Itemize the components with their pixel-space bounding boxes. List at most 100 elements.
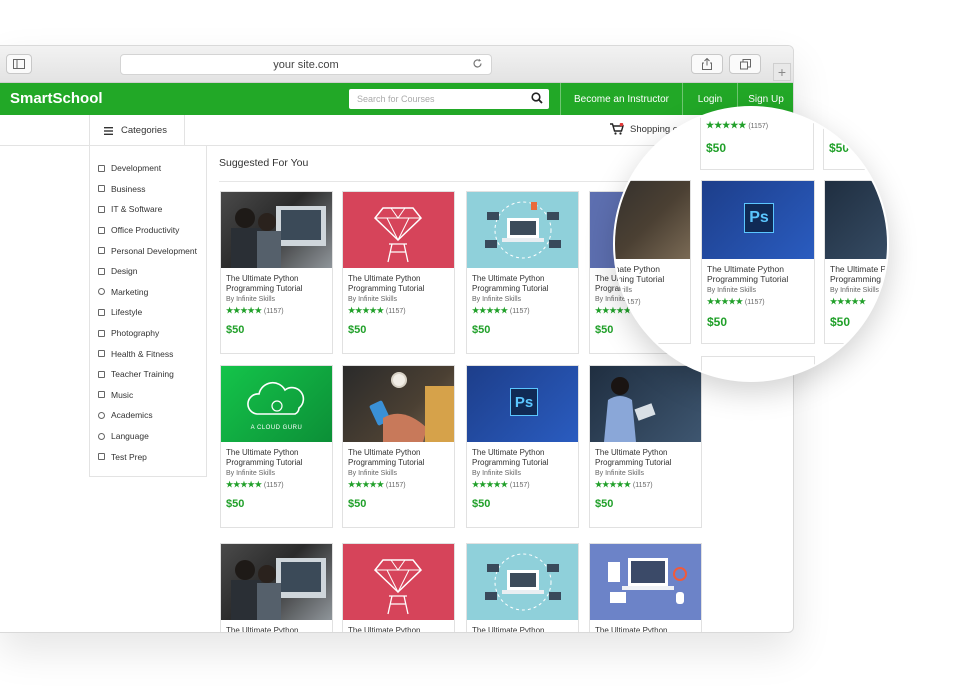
magnified-course-card: ★★★★★ (1157) $50 bbox=[700, 108, 814, 170]
course-author: By Infinite Skills bbox=[472, 296, 522, 303]
search-input[interactable]: Search for Courses bbox=[349, 89, 549, 109]
categories-label: Categories bbox=[121, 125, 167, 136]
course-card[interactable]: Ps The Ultimate Python Programming Tutor… bbox=[466, 365, 579, 528]
course-thumbnail bbox=[221, 192, 332, 268]
course-price: $50 bbox=[830, 315, 851, 329]
sidebar-item-personal-development[interactable]: Personal Development bbox=[90, 240, 206, 261]
sidebar-item-test-prep[interactable]: Test Prep bbox=[90, 446, 206, 467]
sidebar-item-development[interactable]: Development bbox=[90, 158, 206, 179]
course-thumbnail bbox=[590, 366, 701, 442]
course-card[interactable]: The Ultimate Python Programming Tutorial… bbox=[342, 191, 455, 354]
course-card[interactable]: The Ultimate Python Programming Tutorial… bbox=[342, 365, 455, 528]
course-rating: ★★★★★(1157) bbox=[701, 117, 813, 131]
sidebar-item-label: Business bbox=[111, 183, 146, 194]
course-card[interactable]: The Ultimate Python Programming Tutorial… bbox=[466, 191, 579, 354]
course-thumbnail bbox=[467, 544, 578, 620]
sidebar-item-label: Personal Development bbox=[111, 245, 197, 256]
course-card[interactable]: The Ultimate Python bbox=[342, 543, 455, 632]
course-thumbnail bbox=[343, 192, 454, 268]
globe-icon bbox=[98, 432, 105, 440]
course-title: The Ultimate Python Programming Tutorial bbox=[226, 448, 303, 467]
sidebar-item-lifestyle[interactable]: Lifestyle bbox=[90, 302, 206, 323]
sidebar-item-business[interactable]: Business bbox=[90, 179, 206, 200]
sidebar-icon bbox=[13, 59, 25, 69]
course-price: $50 bbox=[706, 141, 727, 155]
course-author: By Infinite Skills bbox=[615, 287, 633, 294]
camera-icon bbox=[98, 329, 105, 337]
course-rating: ★★★★★(1157) bbox=[590, 477, 701, 489]
sidebar-item-language[interactable]: Language bbox=[90, 426, 206, 447]
sidebar-item-marketing[interactable]: Marketing bbox=[90, 282, 206, 303]
course-price: $50 bbox=[829, 141, 850, 155]
course-card[interactable]: A CLOUD GURU The Ultimate Python Program… bbox=[220, 365, 333, 528]
sidebar-item-teacher-training[interactable]: Teacher Training bbox=[90, 364, 206, 385]
phone-photo-icon bbox=[369, 372, 454, 442]
sidebar-item-it-software[interactable]: IT & Software bbox=[90, 199, 206, 220]
document-icon bbox=[98, 226, 105, 234]
music-note-icon bbox=[98, 391, 105, 399]
review-count: (1157) bbox=[385, 308, 406, 315]
course-author: By Infinite Skills bbox=[707, 287, 757, 294]
course-rating: ★★★★★ bbox=[825, 294, 887, 306]
course-author: By Infinite Skills bbox=[348, 296, 398, 303]
reload-icon[interactable] bbox=[472, 58, 483, 72]
sidebar-item-music[interactable]: Music bbox=[90, 385, 206, 406]
review-count: (1157) bbox=[620, 299, 641, 306]
share-button[interactable] bbox=[691, 54, 723, 74]
course-title: The Ultimate Python Programming Tutorial bbox=[348, 448, 425, 467]
woman-tablet-photo-icon bbox=[604, 377, 656, 442]
sidebar-item-academics[interactable]: Academics bbox=[90, 405, 206, 426]
course-author: By Infinite Skills bbox=[472, 470, 522, 477]
course-title: The Ultimate Python bbox=[226, 626, 299, 633]
sidebar-item-health-fitness[interactable]: Health & Fitness bbox=[90, 343, 206, 364]
course-price: $50 bbox=[595, 498, 614, 510]
course-card[interactable]: The Ultimate Python Programming Tutorial… bbox=[589, 365, 702, 528]
course-title: The Ultimate Python Programming Tutorial bbox=[226, 274, 303, 293]
categories-button[interactable]: Categories bbox=[89, 115, 185, 146]
laptop-code-icon bbox=[485, 201, 561, 259]
tabs-button[interactable] bbox=[729, 54, 761, 74]
sidebar-toggle-button[interactable] bbox=[6, 54, 32, 74]
course-card[interactable]: The Ultimate Python bbox=[466, 543, 579, 632]
atom-icon bbox=[98, 411, 105, 419]
course-card[interactable]: The Ultimate Python bbox=[589, 543, 702, 633]
chart-icon bbox=[98, 185, 105, 193]
search-placeholder: Search for Courses bbox=[357, 94, 435, 104]
magnified-course-card: The Ultimate Python Programming Tutorial… bbox=[615, 180, 691, 344]
sidebar-item-label: Photography bbox=[111, 328, 160, 339]
course-card[interactable]: The Ultimate Python bbox=[220, 543, 333, 633]
become-instructor-link[interactable]: Become an Instructor bbox=[560, 83, 682, 115]
course-author: By Infinite Skills bbox=[226, 470, 276, 477]
site-logo[interactable]: SmartSchool bbox=[10, 90, 103, 107]
course-card[interactable]: The Ultimate Python Programming Tutorial… bbox=[220, 191, 333, 354]
share-icon bbox=[702, 58, 712, 70]
course-title: The Ultimate Python Programming Tutorial bbox=[348, 274, 425, 293]
course-title: The Ultimate Python bbox=[595, 626, 668, 633]
course-price: $50 bbox=[226, 324, 245, 336]
sidebar-item-office-productivity[interactable]: Office Productivity bbox=[90, 220, 206, 241]
star-icons: ★★★★★ bbox=[348, 306, 384, 315]
course-thumbnail bbox=[343, 544, 454, 620]
search-icon[interactable] bbox=[531, 92, 543, 106]
browser-chrome: your site.com + bbox=[0, 46, 793, 83]
sidebar-item-label: Health & Fitness bbox=[111, 348, 174, 359]
course-thumbnail bbox=[825, 181, 887, 259]
course-title: The Ultimate Python Programming Tutorial bbox=[830, 264, 889, 284]
stage: your site.com + SmartSchool Search for C… bbox=[0, 0, 957, 691]
sidebar-item-design[interactable]: Design bbox=[90, 261, 206, 282]
course-rating: ★★★★★(1157) bbox=[467, 303, 578, 315]
url-bar[interactable]: your site.com bbox=[120, 54, 492, 75]
magnified-course-card: Ps The Ultimate Python Programming Tutor… bbox=[701, 180, 815, 344]
office-photo-icon bbox=[231, 558, 326, 620]
photoshop-icon: Ps bbox=[744, 203, 774, 233]
sidebar-item-photography[interactable]: Photography bbox=[90, 323, 206, 344]
cart-icon bbox=[610, 123, 624, 135]
laptop-code-icon bbox=[485, 553, 561, 611]
new-tab-button[interactable]: + bbox=[773, 63, 791, 81]
menu-icon bbox=[104, 126, 113, 135]
course-thumbnail: Ps bbox=[702, 181, 814, 259]
devices-icon bbox=[608, 558, 687, 604]
course-thumbnail: Ps bbox=[467, 366, 578, 442]
course-rating: ★★★★★(1157) bbox=[615, 294, 690, 306]
course-price: $50 bbox=[472, 498, 491, 510]
